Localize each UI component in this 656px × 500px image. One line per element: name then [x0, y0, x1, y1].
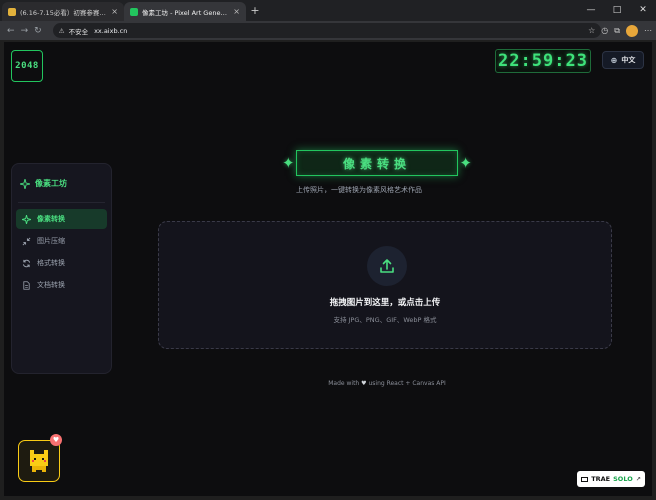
- footer-prefix: Made with: [328, 380, 360, 387]
- sidebar-item-label: 格式转换: [37, 259, 65, 267]
- browser-titlebar: (6.16-7.15必看）初赛参赛指南 × 像素工坊 - Pixel Art G…: [0, 0, 656, 21]
- sidebar-header: 像素工坊: [12, 164, 111, 189]
- compress-icon: [22, 237, 31, 245]
- browser-tab-pixel-art[interactable]: 像素工坊 - Pixel Art Generator ×: [124, 2, 246, 21]
- document-icon: [23, 280, 30, 290]
- trae-brand: TRAE: [591, 475, 611, 483]
- close-tab-icon[interactable]: ×: [233, 7, 240, 16]
- app-logo[interactable]: 2048: [11, 50, 43, 82]
- profile-icon[interactable]: [626, 24, 638, 37]
- dropzone-title: 拖拽图片到这里，或点击上传: [329, 298, 441, 308]
- digital-clock: 22:59:23: [495, 49, 591, 73]
- forward-icon[interactable]: →: [18, 26, 32, 36]
- pixel-pet-widget[interactable]: [18, 440, 60, 482]
- footer-suffix: using React + Canvas API: [368, 380, 446, 387]
- favicon-icon: [8, 7, 16, 16]
- toolbar-icons: ◷ ⧉ ⋯: [601, 24, 652, 37]
- page-title: 像素转换: [296, 150, 458, 176]
- page-subtitle: 上传照片，一键转换为像素风格艺术作品: [296, 186, 422, 194]
- sidebar-item-pixel-convert[interactable]: 像素转换: [16, 209, 107, 229]
- trae-solo-badge[interactable]: TRAE SOLO ↗: [577, 471, 645, 487]
- tab-title: 像素工坊 - Pixel Art Generator: [142, 8, 230, 17]
- reload-icon[interactable]: ↻: [31, 26, 45, 36]
- sidebar-item-image-compress[interactable]: 图片压缩: [16, 231, 107, 251]
- page-heading: ✦ 像素转换 ✦: [282, 149, 472, 177]
- new-tab-button[interactable]: +: [246, 2, 264, 21]
- sidebar-item-document-convert[interactable]: 文档转换: [16, 275, 107, 295]
- back-icon[interactable]: ←: [4, 26, 18, 36]
- extensions-icon[interactable]: ⧉: [614, 26, 620, 36]
- sparkle-icon: [20, 178, 30, 189]
- sidebar-item-label: 文档转换: [37, 281, 65, 289]
- favicon-icon: [130, 7, 138, 16]
- trae-logo-icon: [581, 476, 589, 482]
- sidebar-item-label: 像素转换: [37, 215, 65, 223]
- sidebar-divider: [18, 202, 105, 203]
- pixel-pet-icon: [30, 450, 48, 472]
- tab-title: (6.16-7.15必看）初赛参赛指南: [20, 8, 108, 17]
- maximize-icon[interactable]: □: [604, 0, 630, 20]
- language-button[interactable]: ⊕ 中文: [602, 51, 644, 69]
- pet-badge: ♥: [50, 434, 62, 446]
- upload-icon: [380, 259, 394, 273]
- external-link-icon: ↗: [635, 475, 641, 483]
- minimize-icon[interactable]: —: [578, 0, 604, 20]
- upload-icon-circle[interactable]: [367, 246, 407, 286]
- sparkle-icon: ✦: [459, 154, 472, 172]
- sidebar: 像素工坊 像素转换 图片压缩 格式转换 文档转换: [11, 163, 112, 374]
- app-viewport: 2048 22:59:23 ⊕ 中文 像素工坊 像素转换 图片压缩 格式转换 文…: [4, 42, 652, 496]
- close-tab-icon[interactable]: ×: [111, 7, 118, 16]
- url-text[interactable]: xx.aixb.cn: [94, 27, 127, 35]
- sparkle-icon: ✦: [282, 154, 295, 172]
- upload-dropzone[interactable]: 拖拽图片到这里，或点击上传 支持 JPG、PNG、GIF、WebP 格式: [158, 221, 612, 349]
- heart-icon: ♥: [361, 380, 367, 387]
- browser-toolbar: ← → ↻ ⚠ 不安全 xx.aixb.cn ☆ ◷ ⧉ ⋯: [0, 21, 656, 40]
- language-label: 中文: [621, 56, 636, 64]
- close-window-icon[interactable]: ✕: [630, 0, 656, 20]
- sparkle-icon: [22, 214, 31, 224]
- refresh-icon: [22, 259, 31, 267]
- address-bar[interactable]: ⚠ 不安全 xx.aixb.cn ☆: [52, 23, 602, 38]
- menu-icon[interactable]: ⋯: [644, 26, 652, 35]
- security-label: 不安全: [68, 27, 89, 36]
- browser-tab-guide[interactable]: (6.16-7.15必看）初赛参赛指南 ×: [2, 2, 124, 21]
- sidebar-item-label: 图片压缩: [37, 237, 65, 245]
- sidebar-title: 像素工坊: [35, 179, 67, 188]
- window-controls: — □ ✕: [578, 0, 656, 20]
- star-icon[interactable]: ☆: [588, 26, 595, 35]
- trae-product: SOLO: [613, 475, 633, 483]
- sidebar-item-format-convert[interactable]: 格式转换: [16, 253, 107, 273]
- history-icon[interactable]: ◷: [601, 26, 608, 35]
- footer-credit: Made with ♥ using React + Canvas API: [204, 380, 570, 387]
- warning-icon[interactable]: ⚠: [59, 27, 65, 35]
- globe-icon: ⊕: [610, 55, 618, 65]
- dropzone-formats: 支持 JPG、PNG、GIF、WebP 格式: [333, 316, 437, 324]
